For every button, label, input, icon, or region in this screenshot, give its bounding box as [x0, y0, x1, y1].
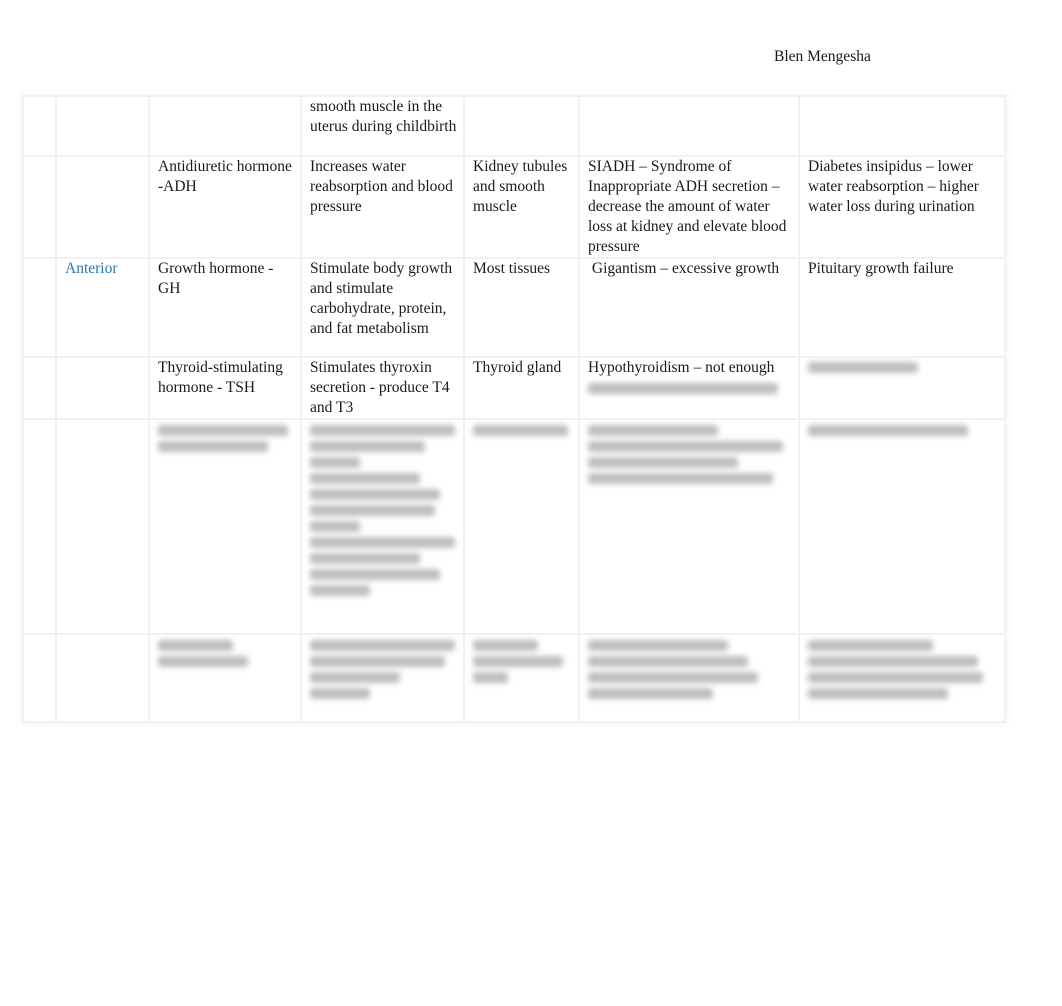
cell-function: Increases water reabsorption and blood p… — [300, 155, 465, 259]
cell-hormone-obscured — [148, 418, 302, 635]
cell-region — [55, 418, 150, 635]
obscured-text — [310, 521, 360, 532]
obscured-text — [588, 383, 778, 394]
obscured-text — [310, 505, 435, 516]
obscured-text — [310, 569, 440, 580]
obscured-text — [588, 441, 783, 452]
obscured-text — [310, 640, 455, 651]
obscured-text — [310, 672, 400, 683]
obscured-text — [588, 473, 773, 484]
endocrine-hormone-table: smooth muscle in the uterus during child… — [22, 95, 1006, 723]
obscured-text — [310, 688, 370, 699]
obscured-text — [310, 656, 445, 667]
obscured-text — [588, 640, 728, 651]
cell-index — [22, 257, 57, 358]
cell-function: Stimulate body growth and stimulate carb… — [300, 257, 465, 358]
cell-target: Most tissues — [463, 257, 580, 358]
obscured-text — [808, 640, 933, 651]
cell-hyper: Hypothyroidism – not enough — [578, 356, 800, 420]
cell-index — [22, 155, 57, 259]
cell-hypo — [798, 356, 1006, 420]
cell-target: Thyroid gland — [463, 356, 580, 420]
cell-target-obscured — [463, 633, 580, 723]
author-name: Blen Mengesha — [774, 48, 871, 65]
cell-hyper: Gigantism – excessive growth — [578, 257, 800, 358]
obscured-text — [310, 425, 455, 436]
cell-hormone: Growth hormone - GH — [148, 257, 302, 358]
cell-hypo: Pituitary growth failure — [798, 257, 1006, 358]
table-row: smooth muscle in the uterus during child… — [22, 95, 1006, 157]
obscured-text — [808, 362, 918, 373]
obscured-text — [473, 640, 538, 651]
obscured-text — [473, 672, 508, 683]
obscured-text — [808, 656, 978, 667]
table-row: Anterior Growth hormone - GH Stimulate b… — [22, 257, 1006, 358]
cell-index — [22, 633, 57, 723]
obscured-text — [310, 457, 360, 468]
cell-region — [55, 95, 150, 157]
cell-hyper-obscured — [578, 633, 800, 723]
cell-index — [22, 356, 57, 420]
obscured-text — [310, 473, 420, 484]
cell-function-obscured — [300, 633, 465, 723]
obscured-text — [310, 489, 440, 500]
obscured-text — [588, 688, 713, 699]
cell-hyper-obscured — [578, 418, 800, 635]
obscured-text — [158, 425, 288, 436]
cell-target: Kidney tubules and smooth muscle — [463, 155, 580, 259]
obscured-text — [310, 585, 370, 596]
cell-target-obscured — [463, 418, 580, 635]
obscured-text — [588, 672, 758, 683]
obscured-text — [158, 441, 268, 452]
cell-region: Anterior — [55, 257, 150, 358]
cell-region — [55, 633, 150, 723]
cell-target — [463, 95, 580, 157]
table-row-obscured — [22, 633, 1006, 723]
table-row: Antidiuretic hormone -ADH Increases wate… — [22, 155, 1006, 259]
cell-region — [55, 356, 150, 420]
obscured-text — [310, 441, 425, 452]
obscured-text — [808, 425, 968, 436]
obscured-text — [473, 425, 568, 436]
cell-hyper — [578, 95, 800, 157]
obscured-text — [588, 425, 718, 436]
cell-index — [22, 418, 57, 635]
cell-hormone-obscured — [148, 633, 302, 723]
cell-function-obscured — [300, 418, 465, 635]
hyper-text: Hypothyroidism – not enough — [588, 359, 775, 376]
obscured-text — [158, 656, 248, 667]
obscured-text — [588, 457, 738, 468]
cell-hypo-obscured — [798, 633, 1006, 723]
cell-hormone — [148, 95, 302, 157]
cell-function: Stimulates thyroxin secretion - produce … — [300, 356, 465, 420]
table-row: Thyroid-stimulating hormone - TSH Stimul… — [22, 356, 1006, 420]
cell-hormone: Thyroid-stimulating hormone - TSH — [148, 356, 302, 420]
obscured-text — [310, 553, 420, 564]
cell-region — [55, 155, 150, 259]
cell-hypo-obscured — [798, 418, 1006, 635]
obscured-text — [808, 688, 948, 699]
cell-index — [22, 95, 57, 157]
cell-hormone: Antidiuretic hormone -ADH — [148, 155, 302, 259]
table-row-obscured — [22, 418, 1006, 635]
obscured-text — [158, 640, 233, 651]
obscured-text — [588, 656, 748, 667]
obscured-text — [310, 537, 455, 548]
cell-function: smooth muscle in the uterus during child… — [300, 95, 465, 157]
cell-hyper: SIADH – Syndrome of Inappropriate ADH se… — [578, 155, 800, 259]
obscured-text — [808, 672, 983, 683]
cell-hypo: Diabetes insipidus – lower water reabsor… — [798, 155, 1006, 259]
obscured-text — [473, 656, 563, 667]
cell-hypo — [798, 95, 1006, 157]
